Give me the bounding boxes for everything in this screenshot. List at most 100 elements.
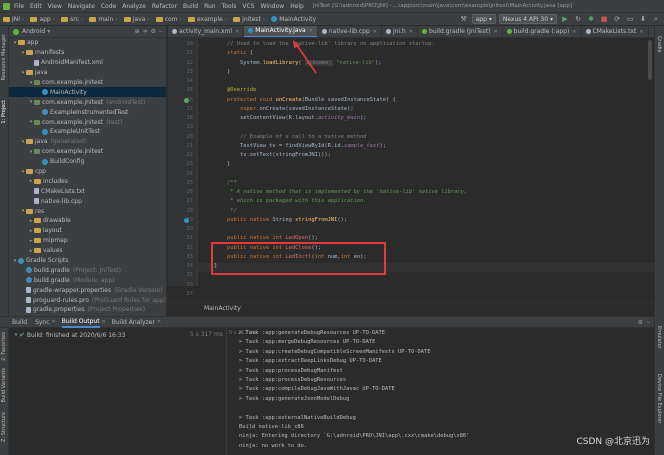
tree-item[interactable]: ▾ res	[9, 206, 166, 216]
breadcrumb-item[interactable]: jnitest ›	[233, 16, 267, 23]
run-icon[interactable]: ▶	[560, 14, 570, 24]
tree-item[interactable]: gradle.properties (Project Properties)	[9, 305, 166, 315]
breadcrumb-item[interactable]: main ›	[89, 16, 119, 23]
tree-item[interactable]: ▸ drawable	[9, 216, 166, 226]
menu-build[interactable]: Build	[183, 3, 198, 10]
tree-item[interactable]: ExampleUnitTest	[9, 127, 166, 137]
build-tab-sync[interactable]: Sync	[35, 319, 49, 326]
tree-item[interactable]: ▾ java	[9, 68, 166, 78]
breadcrumb-item[interactable]: app ›	[30, 16, 57, 23]
minimize-icon[interactable]: –	[647, 319, 650, 326]
breadcrumb-item[interactable]: example ›	[187, 16, 229, 23]
tree-item[interactable]: ▾ com.example.jnitest (test)	[9, 117, 166, 127]
menu-tools[interactable]: Tools	[222, 3, 237, 10]
sync-icon[interactable]: ⟳	[612, 14, 622, 24]
editor-scrollbar[interactable]	[648, 40, 652, 80]
editor-tab[interactable]: jni.h ✕	[382, 26, 419, 37]
favorites-tab[interactable]: 2: Favorites	[1, 332, 7, 361]
emulator-tab[interactable]: Emulator	[656, 326, 662, 349]
close-icon[interactable]: ✕	[409, 29, 413, 35]
gradle-tab[interactable]: Gradle	[656, 36, 662, 53]
tree-item[interactable]: ▸ includes	[9, 176, 166, 186]
run-config-select[interactable]: app ▾	[471, 14, 496, 24]
tree-item[interactable]: ▾ java (generated)	[9, 137, 166, 147]
hammer-icon[interactable]: ⚒	[459, 14, 469, 24]
close-icon[interactable]: ✕	[572, 29, 576, 35]
tree-item[interactable]: BuildConfig	[9, 157, 166, 167]
editor-tab[interactable]: activity_main.xml ✕	[168, 26, 245, 37]
tree-item[interactable]: ExampleInstrumentedTest	[9, 107, 166, 117]
tree-item[interactable]: ▾ app	[9, 38, 166, 48]
tree-item[interactable]: ▾ manifests	[9, 48, 166, 58]
menu-window[interactable]: Window	[261, 3, 285, 10]
menu-view[interactable]: View	[48, 3, 62, 10]
breadcrumb-item[interactable]: JNI ›	[3, 16, 26, 23]
build-tab-build-output[interactable]: Build Output	[61, 316, 100, 328]
editor-tab[interactable]: MainActivity.java ✕	[244, 26, 318, 37]
search-icon[interactable]: ⌕	[651, 14, 661, 24]
globe-icon[interactable]: ⊕	[135, 28, 140, 35]
build-status-row[interactable]: ▾ ✔ Build: finished at 2020/6/6 16:33	[13, 331, 126, 339]
menu-edit[interactable]: Edit	[30, 3, 42, 10]
menu-code[interactable]: Code	[101, 3, 116, 10]
override-marker-icon[interactable]	[184, 97, 189, 103]
menu-vcs[interactable]: VCS	[242, 3, 254, 10]
close-icon[interactable]: ✕	[373, 29, 377, 35]
tree-item[interactable]: ▾ Gradle Scripts	[9, 256, 166, 266]
tree-item[interactable]: ▾ cpp	[9, 167, 166, 177]
tree-item[interactable]: AndroidManifest.xml	[9, 58, 166, 68]
tree-item[interactable]: ▸ values	[9, 246, 166, 256]
tree-item[interactable]: gradle-wrapper.properties (Gradle Version…	[9, 285, 166, 295]
editor-tab[interactable]: build.gradle (JniTest) ✕	[418, 26, 503, 37]
build-variants-tab[interactable]: Build Variants	[1, 368, 7, 402]
device-file-explorer-tab[interactable]: Device File Explorer	[656, 374, 662, 423]
avd-manager-icon[interactable]: ▭	[625, 14, 635, 24]
build-tab-build-analyzer[interactable]: Build Analyzer	[112, 319, 155, 326]
close-icon[interactable]: ✕	[235, 29, 239, 35]
gear-icon[interactable]: ⚙	[151, 28, 156, 35]
tree-item[interactable]: build.gradle (Project: JniTest)	[9, 265, 166, 275]
resource-manager-tab[interactable]: Resource Manager	[1, 34, 7, 80]
collapse-icon[interactable]: ≑	[143, 28, 148, 35]
structure-tab[interactable]: Z: Structure	[1, 412, 7, 442]
project-tab[interactable]: 1: Project	[1, 100, 7, 124]
chevron-down-icon[interactable]: ▾	[47, 28, 50, 35]
breadcrumb-item[interactable]: java ›	[123, 16, 152, 23]
breadcrumb-item[interactable]: MainActivity	[271, 16, 316, 23]
editor-tab[interactable]: CMakeLists.txt ✕	[582, 26, 649, 37]
sdk-manager-icon[interactable]: ⬇	[638, 14, 648, 24]
tree-item[interactable]: ▾ com.example.jnitest (androidTest)	[9, 97, 166, 107]
menu-analyze[interactable]: Analyze	[122, 3, 146, 10]
close-icon[interactable]: ✕	[157, 319, 161, 325]
tree-item[interactable]: build.gradle (Module: app)	[9, 275, 166, 285]
menu-help[interactable]: Help	[290, 3, 304, 10]
close-icon[interactable]: ✕	[493, 29, 497, 35]
device-select[interactable]: Nexus 4 API 30 ▾	[498, 14, 557, 24]
tree-item[interactable]: ▾ com.example.jnitest	[9, 147, 166, 157]
tree-item[interactable]: ▸ layout	[9, 226, 166, 236]
native-marker-icon[interactable]	[184, 217, 189, 223]
build-tab-build[interactable]: Build	[12, 319, 27, 326]
close-icon[interactable]: ✕	[639, 29, 643, 35]
close-icon[interactable]: ✕	[102, 319, 106, 325]
tree-item[interactable]: ▾ com.example.jnitest	[9, 78, 166, 88]
menu-navigate[interactable]: Navigate	[68, 3, 95, 10]
rerun-icon[interactable]: ↻	[573, 14, 583, 24]
tree-item[interactable]: MainActivity	[9, 87, 166, 98]
close-icon[interactable]: ✕	[309, 28, 313, 34]
menu-file[interactable]: File	[14, 3, 24, 10]
breadcrumb-item[interactable]: src ›	[61, 16, 85, 23]
menu-run[interactable]: Run	[204, 3, 216, 10]
minimize-icon[interactable]: –	[159, 28, 162, 35]
tree-item[interactable]: ▸ mipmap	[9, 236, 166, 246]
tree-item[interactable]: CMakeLists.txt	[9, 186, 166, 196]
editor-breadcrumb-item[interactable]: MainActivity	[204, 305, 241, 312]
stop-icon[interactable]: ■	[599, 14, 609, 24]
breadcrumb-item[interactable]: com ›	[155, 16, 184, 23]
gear-icon[interactable]: ⚙	[638, 319, 643, 326]
menu-refactor[interactable]: Refactor	[152, 3, 177, 10]
tree-item[interactable]: native-lib.cpp	[9, 196, 166, 206]
debug-icon[interactable]: ✱	[586, 14, 596, 24]
editor-tab[interactable]: build.gradle (:app) ✕	[503, 26, 582, 37]
editor-tab[interactable]: native-lib.cpp ✕	[318, 26, 382, 37]
